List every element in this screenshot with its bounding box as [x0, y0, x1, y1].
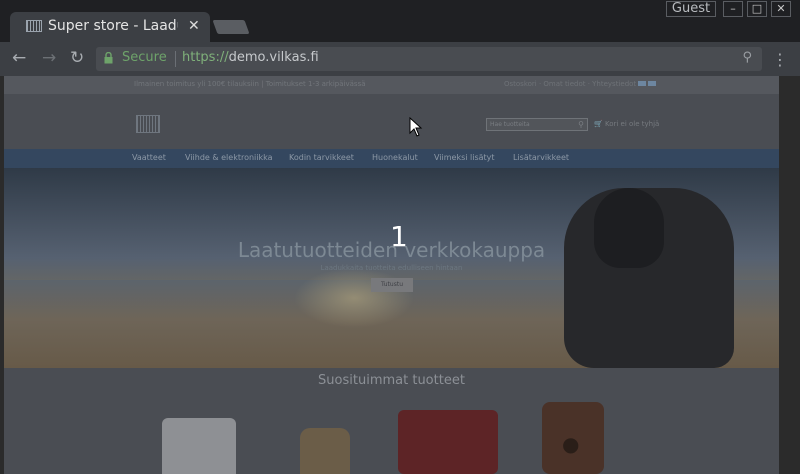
address-bar[interactable]: Secure https://demo.vilkas.fi ⚲: [96, 47, 762, 71]
browser-titlebar: Super store - Laadu ✕ Guest – □ ✕: [0, 0, 800, 42]
category-nav: Vaatteet Viihde & elektroniikka Kodin ta…: [4, 149, 779, 168]
forward-arrow-icon[interactable]: →: [42, 50, 56, 67]
slide-number: 1: [390, 220, 408, 253]
nav-item-furniture[interactable]: Huonekalut: [372, 153, 418, 162]
topbar-links-text: Ostoskori · Omat tiedot · Yhteystiedot: [504, 80, 637, 88]
nav-item-home[interactable]: Kodin tarvikkeet: [289, 153, 354, 162]
hero-subtitle: Laadukkaita tuotteita edulliseen hintaan: [320, 264, 463, 272]
flag-icon[interactable]: [638, 81, 647, 86]
web-page: Ilmainen toimitus yli 100€ tilauksiin | …: [4, 76, 779, 474]
store-topbar: Ilmainen toimitus yli 100€ tilauksiin | …: [4, 76, 779, 94]
address-divider: [175, 51, 176, 67]
mouse-cursor-icon: [409, 117, 423, 137]
topbar-links[interactable]: Ostoskori · Omat tiedot · Yhteystiedot: [504, 80, 657, 88]
back-arrow-icon[interactable]: ←: [12, 50, 26, 67]
hero-sun: [294, 268, 414, 328]
search-icon[interactable]: ⚲: [578, 120, 584, 129]
nav-item-accessories[interactable]: Lisätarvikkeet: [513, 153, 569, 162]
hero-banner: Laatutuotteiden verkkokauppa Laadukkaita…: [4, 168, 779, 368]
product-radio-image[interactable]: [398, 410, 498, 474]
store-favicon-icon: [26, 20, 42, 32]
cart-label: Kori ei ole tyhjä: [604, 120, 660, 128]
flag-icon[interactable]: [648, 81, 657, 86]
url-text: https://demo.vilkas.fi: [182, 50, 319, 65]
shipping-info: Ilmainen toimitus yli 100€ tilauksiin | …: [134, 80, 366, 88]
browser-menu-icon[interactable]: ⋮: [772, 50, 788, 69]
nav-item-clothes[interactable]: Vaatteet: [132, 153, 166, 162]
search-input[interactable]: Hae tuotteita ⚲: [486, 118, 588, 131]
product-chair-image[interactable]: [162, 418, 236, 474]
url-scheme: https://: [182, 50, 229, 65]
browser-tab[interactable]: Super store - Laadu ✕: [10, 12, 210, 42]
product-toaster-image[interactable]: [300, 428, 350, 474]
zoom-icon[interactable]: ⚲: [742, 50, 752, 65]
apple-logo-icon: ●: [562, 432, 580, 456]
product-phone-case-image[interactable]: ●: [542, 402, 604, 474]
nav-item-recent[interactable]: Viimeksi lisätyt: [434, 153, 495, 162]
tab-close-icon[interactable]: ✕: [188, 18, 200, 34]
nav-item-electronics[interactable]: Viihde & elektroniikka: [185, 153, 273, 162]
secure-label: Secure: [122, 50, 167, 65]
url-host: demo.vilkas.fi: [228, 50, 319, 65]
tab-title: Super store - Laadu: [48, 18, 178, 34]
guest-profile-button[interactable]: Guest: [666, 1, 716, 17]
lock-icon: [104, 52, 113, 64]
store-logo[interactable]: [136, 115, 160, 133]
popular-products-title: Suosituimmat tuotteet: [318, 373, 465, 388]
reload-icon[interactable]: ↻: [70, 50, 84, 67]
cart-link[interactable]: 🛒 Kori ei ole tyhjä: [594, 120, 659, 128]
minimize-button[interactable]: –: [723, 1, 743, 17]
search-placeholder: Hae tuotteita: [490, 121, 530, 128]
maximize-button[interactable]: □: [747, 1, 767, 17]
hero-cta-button[interactable]: Tutustu: [371, 278, 413, 292]
new-tab-button[interactable]: [212, 20, 250, 34]
close-window-button[interactable]: ✕: [771, 1, 791, 17]
